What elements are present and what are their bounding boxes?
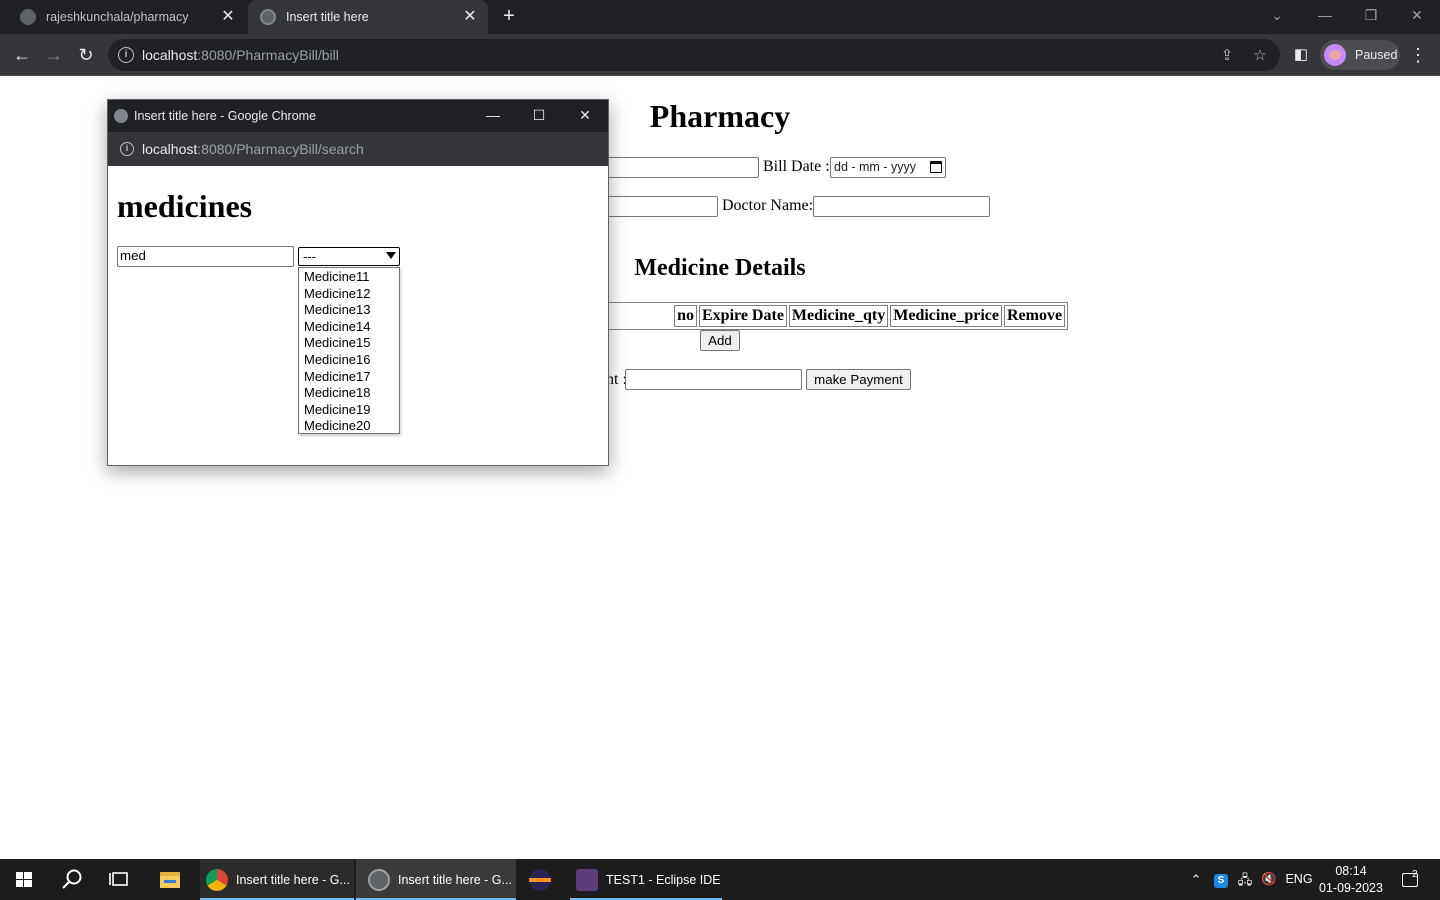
doctor-name-label: Doctor Name:: [722, 197, 814, 214]
restore-icon[interactable]: ❐: [1348, 0, 1394, 30]
new-tab-button[interactable]: +: [498, 5, 520, 27]
tab-title: Insert title here: [286, 10, 369, 24]
dropdown-option[interactable]: Medicine13: [299, 302, 399, 319]
popup-title-bar: Insert title here - Google Chrome — ☐ ✕: [108, 100, 608, 132]
clock-time: 08:14: [1335, 864, 1367, 878]
bill-date-label: Bill Date :: [763, 158, 830, 175]
tab-search-icon[interactable]: ⌄: [1254, 0, 1300, 30]
browser-tab-strip: rajeshkunchala/pharmacy ✕ Insert title h…: [0, 0, 1440, 34]
amount-input[interactable]: [625, 369, 802, 390]
back-icon[interactable]: ←: [10, 43, 34, 67]
dropdown-option[interactable]: Medicine16: [299, 352, 399, 369]
profile-label: Paused: [1355, 48, 1398, 62]
windows-taskbar: Insert title here - G... Insert title he…: [0, 859, 1440, 900]
dropdown-option[interactable]: Medicine20: [299, 418, 399, 435]
patient-name-input[interactable]: [600, 196, 718, 217]
info-icon[interactable]: i: [118, 47, 134, 63]
github-icon: [20, 9, 36, 25]
tab-insert-title[interactable]: Insert title here ✕: [248, 0, 488, 34]
doctor-name-input[interactable]: [813, 196, 990, 217]
windows-start-icon[interactable]: [0, 859, 48, 900]
network-icon[interactable]: 🖧: [1234, 859, 1256, 900]
table-header: Medicine_price: [890, 305, 1002, 327]
dropdown-option[interactable]: Medicine17: [299, 369, 399, 386]
medicine-table: Medicine_name B no Expire Date Medicine_…: [540, 302, 1069, 330]
table-header: Remove: [1004, 305, 1066, 327]
profile-button[interactable]: Paused: [1320, 40, 1400, 70]
minimize-icon[interactable]: —: [470, 100, 516, 132]
chrome-icon: [206, 868, 228, 891]
chevron-down-icon: [386, 252, 396, 259]
file-explorer-icon[interactable]: [146, 859, 194, 900]
dropdown-option[interactable]: Medicine12: [299, 286, 399, 303]
chrome-popup-icon: [368, 868, 390, 891]
dropdown-option[interactable]: Medicine19: [299, 402, 399, 419]
maximize-icon[interactable]: ☐: [516, 100, 562, 132]
avatar: [1324, 44, 1346, 66]
popup-content: medicines med --- Medicine11 Medicine12 …: [108, 166, 608, 465]
clock-date: 01-09-2023: [1319, 881, 1383, 895]
forward-icon[interactable]: →: [42, 43, 66, 67]
close-icon[interactable]: ✕: [562, 100, 608, 132]
volume-muted-icon[interactable]: 🔇: [1258, 859, 1280, 900]
medicine-search-input[interactable]: med: [117, 246, 294, 267]
close-window-icon[interactable]: ✕: [1394, 0, 1440, 30]
close-icon[interactable]: ✕: [220, 9, 236, 25]
table-header: Expire Date: [699, 305, 787, 327]
taskbar-app-chrome-popup[interactable]: Insert title here - G...: [356, 859, 516, 900]
language-indicator[interactable]: ENG: [1284, 859, 1314, 900]
globe-icon: [260, 9, 276, 25]
add-button[interactable]: Add: [700, 330, 740, 351]
taskbar-app-chrome[interactable]: Insert title here - G...: [200, 859, 354, 900]
calendar-icon[interactable]: [930, 161, 942, 173]
share-icon[interactable]: ⇪: [1218, 47, 1236, 65]
clock[interactable]: 08:14 01-09-2023: [1318, 859, 1384, 900]
task-view-icon[interactable]: [96, 859, 144, 900]
popup-address-bar: i localhost:8080/PharmacyBill/search: [108, 132, 608, 166]
minimize-icon[interactable]: —: [1302, 0, 1348, 30]
medicine-select[interactable]: ---: [298, 247, 400, 266]
reload-icon[interactable]: ↻: [74, 43, 98, 67]
side-panel-icon[interactable]: ◧: [1289, 43, 1313, 67]
notification-badge: 2: [1412, 869, 1418, 880]
tab-github[interactable]: rajeshkunchala/pharmacy ✕: [0, 0, 246, 34]
bill-date-input[interactable]: dd - mm - yyyy: [830, 157, 946, 178]
table-header: Medicine_qty: [788, 305, 889, 327]
bookmark-star-icon[interactable]: ☆: [1251, 47, 1269, 65]
dropdown-option[interactable]: Medicine18: [299, 385, 399, 402]
dropdown-option[interactable]: Medicine11: [299, 269, 399, 286]
browser-toolbar: ← → ↻ i localhost:8080/PharmacyBill/bill…: [0, 34, 1440, 76]
bill-no-input[interactable]: [600, 157, 759, 178]
address-bar[interactable]: i localhost:8080/PharmacyBill/bill ⇪ ☆: [108, 39, 1280, 71]
search-icon[interactable]: [48, 859, 96, 900]
medicine-dropdown-list: Medicine11 Medicine12 Medicine13 Medicin…: [298, 267, 400, 434]
popup-title: Insert title here - Google Chrome: [134, 109, 317, 123]
menu-icon[interactable]: ⋮: [1408, 43, 1428, 67]
skype-icon[interactable]: S: [1210, 859, 1232, 900]
search-popup-window: Insert title here - Google Chrome — ☐ ✕ …: [107, 99, 609, 466]
globe-icon: [114, 109, 128, 123]
taskbar-app-eclipse-ide[interactable]: TEST1 - Eclipse IDE: [570, 859, 722, 900]
make-payment-button[interactable]: make Payment: [806, 369, 911, 390]
taskbar-app-eclipse[interactable]: [520, 859, 564, 900]
popup-heading: medicines: [117, 188, 253, 224]
notification-icon[interactable]: 2: [1392, 859, 1428, 900]
info-icon[interactable]: i: [120, 142, 134, 156]
dropdown-option[interactable]: Medicine14: [299, 319, 399, 336]
eclipse-ide-icon: [576, 868, 598, 891]
table-header: no: [674, 305, 697, 327]
amount-label: nt :: [606, 371, 627, 388]
popup-url-text: localhost:8080/PharmacyBill/search: [142, 141, 364, 157]
close-icon[interactable]: ✕: [462, 9, 478, 25]
dropdown-option[interactable]: Medicine15: [299, 335, 399, 352]
chevron-up-icon[interactable]: ⌃: [1184, 859, 1208, 900]
url-text: localhost:8080/PharmacyBill/bill: [142, 47, 339, 63]
tab-title: rajeshkunchala/pharmacy: [46, 10, 189, 24]
eclipse-icon: [529, 868, 551, 891]
